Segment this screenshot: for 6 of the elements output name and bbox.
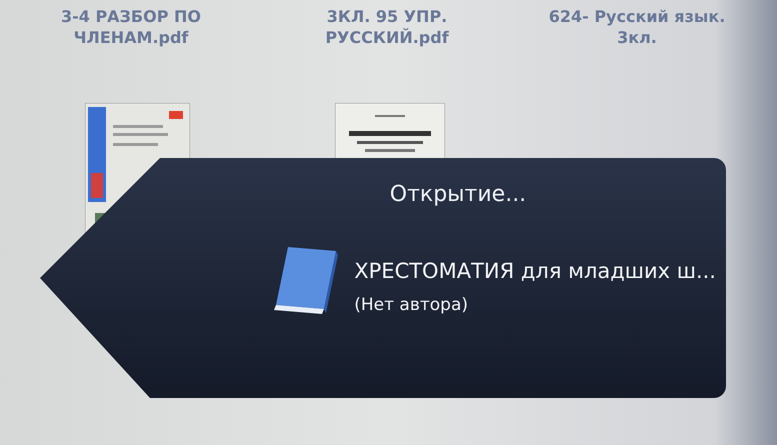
book-title[interactable]: 3-4 РАЗБОР ПО ЧЛЕНАМ.pdf	[0, 6, 262, 48]
popup-status-text: Открытие...	[388, 182, 528, 207]
book-title-text: ХРЕСТОМАТИЯ для младших ш...	[354, 259, 716, 283]
book-title[interactable]: 624- Русский язык. 3кл.	[512, 6, 762, 48]
book-title[interactable]: 3КЛ. 95 УПР. РУССКИЙ.pdf	[262, 6, 512, 48]
author-text: (Нет автора)	[354, 295, 470, 315]
